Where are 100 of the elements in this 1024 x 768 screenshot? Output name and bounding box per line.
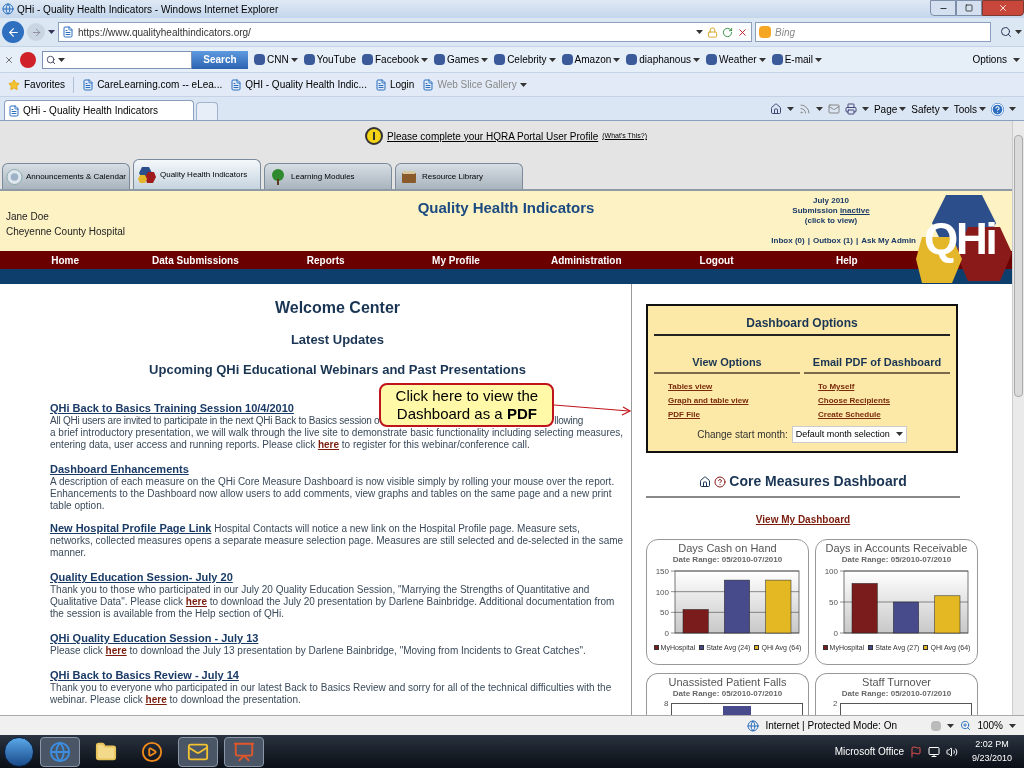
home-icon[interactable]: [699, 475, 712, 488]
notice-link[interactable]: Please complete your HQRA Portal User Profile: [387, 128, 599, 144]
post-text: a brief introductory presentation, we will walk through the live site to demonstrate basic functionality including selecting measures, entering data, user access and running reports. Please click here to register for this webinar/conference call.: [50, 427, 625, 451]
mail-link[interactable]: Ask My Admin: [861, 236, 916, 246]
status-text: Internet | Protected Mode: On: [765, 719, 898, 733]
toolbar-link[interactable]: diaphanous: [639, 52, 691, 67]
favorite-link[interactable]: QHI - Quality Health Indic...: [245, 77, 367, 92]
post-title-link[interactable]: QHi Back to Basics Training Session 10/4/2010: [50, 402, 294, 414]
post-title-link[interactable]: QHi Quality Education Session - July 13: [50, 632, 259, 644]
caret-icon: [48, 30, 55, 34]
print-icon[interactable]: [844, 103, 857, 115]
option-link[interactable]: To Myself: [818, 379, 950, 394]
section-tab[interactable]: Announcements & Calendar: [2, 163, 130, 189]
toolbar-link[interactable]: Celebrity: [507, 52, 547, 67]
maximize-button[interactable]: [956, 0, 982, 16]
site-icon: [494, 54, 506, 65]
mail-link[interactable]: Inbox (0): [771, 236, 805, 246]
section-tab[interactable]: Quality Health Indicators: [133, 159, 261, 189]
here-link[interactable]: here: [145, 694, 167, 705]
zoom-level[interactable]: 100%: [977, 718, 1003, 733]
back-button[interactable]: [2, 21, 24, 43]
post-title-link[interactable]: Quality Education Session- July 20: [50, 571, 233, 583]
feed-icon[interactable]: [798, 103, 811, 115]
nav-link[interactable]: Administration: [521, 252, 652, 268]
help-icon[interactable]: [714, 475, 727, 488]
stop-icon[interactable]: [737, 26, 748, 38]
post-title-link[interactable]: QHi Back to Basics Review - July 14: [50, 669, 239, 681]
tick-label: 0: [833, 629, 838, 638]
nav-link[interactable]: My Profile: [390, 252, 522, 268]
close-icon[interactable]: [4, 54, 14, 65]
command-menu[interactable]: Page: [873, 101, 898, 117]
toolbar-link[interactable]: YouTube: [316, 52, 356, 67]
taskbar-app[interactable]: [178, 736, 218, 767]
caret-icon: [947, 723, 955, 728]
favorites-button[interactable]: Favorites: [24, 77, 66, 92]
search-icon[interactable]: [1000, 26, 1012, 38]
option-link[interactable]: Tables view: [668, 379, 800, 394]
option-link[interactable]: PDF File: [668, 407, 800, 422]
caret-icon: [861, 107, 869, 111]
refresh-icon[interactable]: [722, 26, 733, 38]
column-heading: Email PDF of Dashboard: [804, 354, 950, 374]
option-link[interactable]: Graph and table view: [668, 393, 800, 408]
caret-icon: [1015, 30, 1022, 34]
command-menu[interactable]: Tools: [953, 101, 977, 117]
status-link[interactable]: inactive: [839, 206, 870, 215]
address-field[interactable]: https://www.qualityhealthindicators.org/: [58, 22, 752, 42]
page-icon: [230, 78, 243, 91]
scrollbar[interactable]: [1012, 121, 1024, 715]
date-range: Date Range: 05/2010-07/2010: [672, 689, 783, 699]
post-text: Please click here to download the July 13 presentation by Darlene Bainbridge, "Moving from Incidents to Great Catches".: [50, 645, 587, 657]
here-link[interactable]: here: [185, 596, 207, 607]
home-icon[interactable]: [769, 103, 782, 115]
here-link[interactable]: here: [105, 645, 127, 656]
tick-label: 8: [663, 699, 670, 709]
option-link[interactable]: Create Schedule: [818, 407, 950, 422]
section-tab[interactable]: Resource Library: [395, 163, 523, 189]
toolbar-link[interactable]: Facebook: [374, 52, 419, 67]
toolbar-link[interactable]: CNN: [267, 52, 289, 67]
favorite-link[interactable]: CareLearning.com -- eLea...: [97, 77, 223, 92]
month-select[interactable]: Default month selection: [791, 425, 907, 443]
here-link[interactable]: here: [317, 439, 340, 450]
warning-icon: [365, 127, 383, 145]
submission-label: Submission inactive: [792, 206, 870, 216]
command-menu[interactable]: Safety: [911, 101, 940, 117]
option-link[interactable]: Choose Recipients: [818, 393, 950, 408]
toolbar-link[interactable]: Amazon: [574, 52, 612, 67]
post-text: llowing: [554, 415, 584, 427]
tick-label: 50: [659, 608, 669, 618]
toolbar-search-field[interactable]: [42, 50, 192, 69]
minimize-button[interactable]: [930, 0, 956, 16]
post-title-link[interactable]: Dashboard Enhancements: [50, 463, 189, 475]
toolbar-link[interactable]: Weather: [719, 52, 757, 67]
toolbar-link[interactable]: Games: [446, 52, 480, 67]
tick-label: 100: [824, 567, 838, 576]
section-tab[interactable]: Learning Modules: [264, 163, 392, 189]
post-text: New Hospital Profile Page Link Hospital Contacts will notice a new link on the Hospital Profile page. Measure sets, networks, collected measures opens a separate measure selection page. Measures are still selected and de-selected in the same manner.: [50, 522, 625, 559]
nav-link[interactable]: Logout: [651, 252, 782, 268]
options-button[interactable]: Options: [972, 52, 1007, 67]
user-name: Jane Doe: [6, 210, 50, 224]
post-text: A description of each measure on the QHi Core Measure Dashboard is now visible simply by rolling your mouse over the report. Enhancements to the Dashboard now allow users to add comments, view graphs and tables on the same page and a new print table option.: [50, 476, 616, 512]
search-field[interactable]: Bing: [755, 22, 991, 42]
close-button[interactable]: [982, 0, 1024, 16]
scroll-thumb[interactable]: [1014, 135, 1023, 397]
nav-link[interactable]: Help: [781, 252, 912, 268]
clock-time: 2:02 PM: [975, 738, 1009, 751]
flag-icon: [910, 745, 922, 758]
dashboard-link[interactable]: View My Dashboard: [755, 512, 851, 527]
dashboard-heading: Core Measures Dashboard: [729, 472, 907, 491]
mail-link[interactable]: Outbox (1): [812, 236, 853, 246]
search-button[interactable]: Search: [192, 50, 248, 69]
nav-link[interactable]: Data Submissions: [130, 252, 261, 268]
toolbar-link[interactable]: E-mail: [784, 52, 813, 67]
post-title-link[interactable]: New Hospital Profile Page Link: [50, 522, 212, 534]
favorite-link[interactable]: Login: [389, 77, 415, 92]
nav-link[interactable]: Home: [0, 252, 131, 268]
nav-link[interactable]: Reports: [260, 252, 391, 268]
start-button[interactable]: [4, 736, 34, 767]
site-icon: [626, 54, 638, 65]
browser-tab[interactable]: QHi - Quality Health Indicators: [4, 100, 194, 120]
browser-icon: [2, 3, 14, 15]
